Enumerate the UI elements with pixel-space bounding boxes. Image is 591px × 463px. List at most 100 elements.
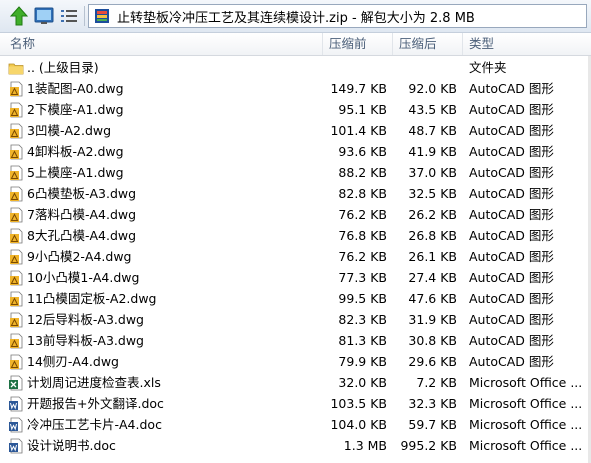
file-type: AutoCAD 图形 [469, 144, 554, 159]
dwg-file-icon [8, 102, 24, 118]
dwg-file-icon [8, 333, 24, 349]
file-size: 32.0 KB [338, 375, 387, 390]
dwg-file-icon [8, 186, 24, 202]
file-name: 14侧刃-A4.dwg [27, 354, 119, 369]
dwg-file-icon [8, 165, 24, 181]
file-packed-size: 26.1 KB [408, 249, 457, 264]
file-type: AutoCAD 图形 [469, 186, 554, 201]
file-packed-size: 41.9 KB [408, 144, 457, 159]
file-name-cell: 开题报告+外文翻译.doc [8, 393, 323, 414]
file-type: AutoCAD 图形 [469, 81, 554, 96]
toolbar-separator [84, 6, 85, 26]
path-bar[interactable]: 止转垫板冷冲压工艺及其连续模设计.zip - 解包大小为 2.8 MB [88, 4, 587, 28]
file-name: 冷冲压工艺卡片-A4.doc [27, 417, 162, 432]
file-packed-size: 7.2 KB [416, 375, 457, 390]
file-packed-size: 31.9 KB [408, 312, 457, 327]
file-row[interactable]: 开题报告+外文翻译.doc 103.5 KB 32.3 KB Microsoft Of… [0, 393, 591, 414]
file-name-cell: 9小凸模2-A4.dwg [8, 246, 323, 267]
path-text: 止转垫板冷冲压工艺及其连续模设计.zip - 解包大小为 2.8 MB [117, 10, 475, 26]
dwg-file-icon [8, 81, 24, 97]
file-row[interactable]: 设计说明书.doc 1.3 MB 995.2 KB Microsoft Office … [0, 435, 591, 456]
file-row[interactable]: 1装配图-A0.dwg 149.7 KB 92.0 KB AutoCAD 图形 [0, 78, 591, 99]
doc-file-icon [8, 417, 24, 433]
file-size: 149.7 KB [330, 81, 387, 96]
file-row[interactable]: 计划周记进度检查表.xls 32.0 KB 7.2 KB Microsoft Offi… [0, 372, 591, 393]
dwg-file-icon [8, 312, 24, 328]
file-type: Microsoft Office ... [469, 438, 583, 453]
file-name-cell: 4卸料板-A2.dwg [8, 141, 323, 162]
file-size: 1.3 MB [343, 438, 387, 453]
file-size [325, 57, 387, 78]
file-row[interactable]: 9小凸模2-A4.dwg 76.2 KB 26.1 KB AutoCAD 图形 [0, 246, 591, 267]
column-type[interactable]: 类型 [463, 33, 581, 55]
file-row[interactable]: 8大孔凸模-A4.dwg 76.8 KB 26.8 KB AutoCAD 图形 [0, 225, 591, 246]
file-name-cell: 12后导料板-A3.dwg [8, 309, 323, 330]
file-packed-size: 43.5 KB [408, 102, 457, 117]
file-row[interactable]: 冷冲压工艺卡片-A4.doc 104.0 KB 59.7 KB Microsoft O… [0, 414, 591, 435]
file-size: 103.5 KB [330, 396, 387, 411]
file-packed-size: 27.4 KB [408, 270, 457, 285]
file-name: 计划周记进度检查表.xls [27, 375, 161, 390]
file-name: 设计说明书.doc [27, 438, 116, 453]
dwg-file-icon [8, 123, 24, 139]
file-name: 13前导料板-A3.dwg [27, 333, 144, 348]
file-row[interactable]: 14侧刃-A4.dwg 79.9 KB 29.6 KB AutoCAD 图形 [0, 351, 591, 372]
file-size: 81.3 KB [338, 333, 387, 348]
file-name: 10小凸模1-A4.dwg [27, 270, 140, 285]
file-row[interactable]: 11凸模固定板-A2.dwg 99.5 KB 47.6 KB AutoCAD 图形 [0, 288, 591, 309]
file-row[interactable]: 5上模座-A1.dwg 88.2 KB 37.0 KB AutoCAD 图形 [0, 162, 591, 183]
dwg-file-icon [8, 291, 24, 307]
file-name-cell: 5上模座-A1.dwg [8, 162, 323, 183]
file-packed-size: 37.0 KB [408, 165, 457, 180]
file-name-cell: 7落料凸模-A4.dwg [8, 204, 323, 225]
folder-icon [8, 60, 24, 76]
file-packed-size: 32.5 KB [408, 186, 457, 201]
file-size: 82.3 KB [338, 312, 387, 327]
dwg-file-icon [8, 207, 24, 223]
file-packed-size [395, 57, 457, 78]
file-name: 6凸模垫板-A3.dwg [27, 186, 137, 201]
file-row[interactable]: 13前导料板-A3.dwg 81.3 KB 30.8 KB AutoCAD 图形 [0, 330, 591, 351]
file-row[interactable]: 7落料凸模-A4.dwg 76.2 KB 26.2 KB AutoCAD 图形 [0, 204, 591, 225]
file-size: 95.1 KB [338, 102, 387, 117]
file-name: 3凹模-A2.dwg [27, 123, 112, 138]
file-type: AutoCAD 图形 [469, 354, 554, 369]
file-name-cell: 2下模座-A1.dwg [8, 99, 323, 120]
up-arrow-icon[interactable] [8, 5, 30, 27]
file-size: 93.6 KB [338, 144, 387, 159]
file-size: 76.8 KB [338, 228, 387, 243]
file-row[interactable]: 6凸模垫板-A3.dwg 82.8 KB 32.5 KB AutoCAD 图形 [0, 183, 591, 204]
file-packed-size: 32.3 KB [408, 396, 457, 411]
file-row[interactable]: 3凹模-A2.dwg 101.4 KB 48.7 KB AutoCAD 图形 [0, 120, 591, 141]
column-header: 名称 压缩前 压缩后 类型 [0, 33, 591, 56]
file-packed-size: 26.8 KB [408, 228, 457, 243]
file-size: 88.2 KB [338, 165, 387, 180]
column-packed[interactable]: 压缩后 [393, 33, 463, 55]
file-row[interactable]: .. (上级目录) 文件夹 [0, 57, 591, 78]
view-mode-icon[interactable] [33, 5, 55, 27]
dwg-file-icon [8, 228, 24, 244]
file-row[interactable]: 4卸料板-A2.dwg 93.6 KB 41.9 KB AutoCAD 图形 [0, 141, 591, 162]
details-list-icon[interactable] [58, 5, 80, 27]
file-name: 12后导料板-A3.dwg [27, 312, 144, 327]
file-name-cell: 11凸模固定板-A2.dwg [8, 288, 323, 309]
file-row[interactable]: 10小凸模1-A4.dwg 77.3 KB 27.4 KB AutoCAD 图形 [0, 267, 591, 288]
file-type: AutoCAD 图形 [469, 249, 554, 264]
file-type: AutoCAD 图形 [469, 207, 554, 222]
file-type: AutoCAD 图形 [469, 270, 554, 285]
toolbar: 止转垫板冷冲压工艺及其连续模设计.zip - 解包大小为 2.8 MB [0, 0, 591, 33]
file-name-cell: 1装配图-A0.dwg [8, 78, 323, 99]
file-packed-size: 48.7 KB [408, 123, 457, 138]
file-name: 9小凸模2-A4.dwg [27, 249, 132, 264]
file-size: 104.0 KB [330, 417, 387, 432]
file-row[interactable]: 12后导料板-A3.dwg 82.3 KB 31.9 KB AutoCAD 图形 [0, 309, 591, 330]
file-name: 开题报告+外文翻译.doc [27, 396, 164, 411]
file-row[interactable]: 2下模座-A1.dwg 95.1 KB 43.5 KB AutoCAD 图形 [0, 99, 591, 120]
dwg-file-icon [8, 144, 24, 160]
dwg-file-icon [8, 249, 24, 265]
column-size[interactable]: 压缩前 [323, 33, 393, 55]
zip-archive-icon [91, 5, 113, 27]
column-name[interactable]: 名称 [0, 33, 323, 55]
dwg-file-icon [8, 270, 24, 286]
file-name: 11凸模固定板-A2.dwg [27, 291, 157, 306]
